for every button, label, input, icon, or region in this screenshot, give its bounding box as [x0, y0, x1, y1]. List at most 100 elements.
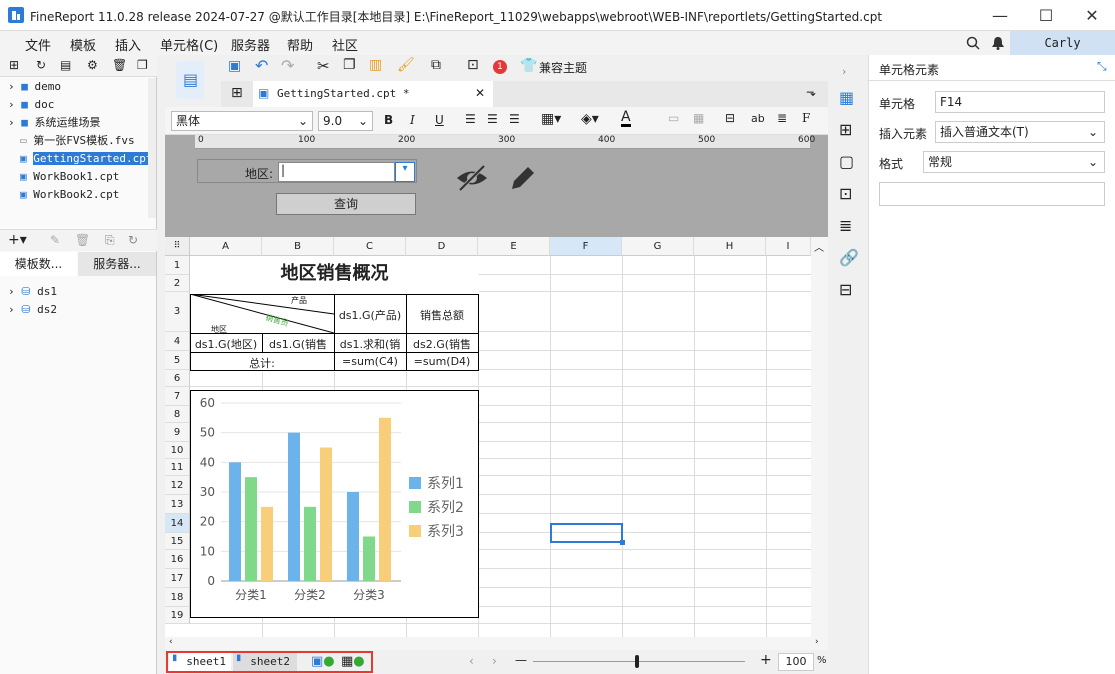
sheet-tab-2[interactable]: ▘ sheet2 [233, 653, 297, 671]
cell-c5[interactable]: =sum(C4) [334, 355, 406, 368]
bar-系列3-分类1[interactable] [261, 506, 273, 581]
close-tab-icon[interactable]: ✕ [475, 86, 485, 100]
dataset-item[interactable]: › ⛁ ds1 [8, 283, 57, 301]
underline-icon[interactable]: U [435, 113, 444, 127]
cell-d4[interactable]: ds2.G(销售 [406, 336, 478, 352]
bold-icon[interactable]: B [384, 113, 393, 127]
region-combobox[interactable]: | [278, 162, 395, 182]
column-header[interactable]: C [334, 237, 406, 256]
row-header[interactable]: 11 [165, 459, 190, 476]
format-preview-box[interactable] [879, 182, 1105, 206]
dataset-item[interactable]: › ⛁ ds2 [8, 301, 57, 319]
expand-icon[interactable]: › [842, 65, 846, 78]
menu-help[interactable]: 帮助 [287, 35, 313, 54]
minimize-button[interactable]: — [977, 0, 1023, 31]
preview-icon[interactable]: ⎘ [105, 233, 115, 248]
insert-element-select[interactable]: 插入普通文本(T) ⌄ [935, 121, 1105, 143]
border-icon[interactable]: ▦▾ [541, 111, 561, 127]
row-header[interactable]: 18 [165, 588, 190, 607]
undo-icon[interactable]: ↶ [255, 56, 275, 76]
spreadsheet-grid[interactable]: ⠿ A B C D E F G H I 1 2 3 4 5 6 7 8 9 10 11 12 13 14 1… [165, 237, 828, 637]
hyperlink-icon[interactable]: 🔗 [839, 248, 859, 267]
merge-icon[interactable]: ▭ [668, 111, 679, 125]
unmerge-icon[interactable]: ▦ [693, 111, 704, 125]
user-name[interactable]: Carly [1010, 31, 1115, 55]
query-button[interactable]: 查询 [276, 193, 416, 215]
preview-icon[interactable]: ⧉ [431, 57, 451, 77]
wrap-icon[interactable]: ⊟ [725, 111, 735, 125]
maximize-button[interactable]: ☐ [1023, 0, 1069, 31]
bar-系列2-分类3[interactable] [363, 536, 375, 582]
row-header[interactable]: 6 [165, 370, 190, 387]
horizontal-scrollbar[interactable]: ‹ › [165, 637, 828, 650]
tree-item[interactable]: › ■ doc [8, 96, 54, 114]
tree-item[interactable]: ▣ GettingStarted.cpt [20, 150, 148, 168]
widget-icon[interactable]: ⊡ [839, 184, 852, 203]
add-report-sheet-icon[interactable]: ▣● [311, 654, 335, 669]
cell-name-field[interactable]: F14 [935, 91, 1105, 113]
add-dataset-icon[interactable]: +▾ [8, 232, 27, 248]
close-button[interactable]: ✕ [1069, 0, 1115, 31]
notification-badge[interactable]: 1 [493, 60, 507, 74]
column-header[interactable]: H [694, 237, 766, 256]
row-header[interactable]: 5 [165, 351, 190, 370]
column-header[interactable]: E [478, 237, 550, 256]
format-select[interactable]: 常规 ⌄ [923, 151, 1105, 173]
row-header[interactable]: 13 [165, 495, 190, 514]
properties-icon[interactable]: ▤ [60, 58, 71, 72]
column-header[interactable]: F [550, 237, 622, 256]
tab-template-dataset[interactable]: 模板数... [0, 252, 77, 276]
paste-icon[interactable]: ▥ [369, 57, 389, 77]
row-header[interactable]: 15 [165, 533, 190, 550]
row-header[interactable]: 9 [165, 423, 190, 442]
refresh-icon[interactable]: ↻ [128, 233, 138, 247]
zoom-input[interactable]: 100 [778, 653, 814, 671]
cell-d5[interactable]: =sum(D4) [406, 355, 478, 368]
tree-item[interactable]: › ■ demo [8, 78, 61, 96]
menu-file[interactable]: 文件 [25, 35, 51, 54]
refresh-icon[interactable]: ↻ [36, 58, 46, 72]
template-icon[interactable]: ▤ [176, 61, 204, 99]
tree-item[interactable]: › ■ 系统运维场景 [8, 114, 101, 132]
column-header[interactable]: G [622, 237, 694, 256]
row-header[interactable]: 8 [165, 406, 190, 423]
zoom-slider-handle[interactable] [635, 655, 639, 668]
cell-d3[interactable]: 销售总额 [406, 307, 478, 323]
column-header[interactable]: B [262, 237, 334, 256]
eye-off-icon[interactable] [455, 163, 489, 193]
condition-icon[interactable]: ≣ [839, 216, 852, 235]
edit-icon[interactable]: ✎ [50, 233, 60, 247]
delete-icon[interactable]: 🗑 [75, 233, 90, 247]
vertical-scrollbar[interactable]: ︿ [811, 237, 828, 637]
zoom-slider-track[interactable] [533, 661, 745, 662]
row-header[interactable]: 17 [165, 569, 190, 588]
row-header[interactable]: 1 [165, 256, 190, 275]
tree-scrollbar[interactable] [148, 78, 156, 218]
zoom-in-button[interactable]: + [760, 652, 772, 668]
cell-element-icon[interactable]: ▦ [839, 88, 854, 107]
doc-tab[interactable]: ▣ GettingStarted.cpt * ✕ [253, 81, 493, 107]
row-header[interactable]: 14 [165, 514, 190, 533]
bar-系列1-分类3[interactable] [347, 492, 359, 581]
menu-template[interactable]: 模板 [70, 35, 96, 54]
row-header[interactable]: 12 [165, 476, 190, 495]
row-header[interactable]: 4 [165, 332, 190, 351]
fill-handle[interactable] [620, 540, 625, 545]
row-header[interactable]: 3 [165, 292, 190, 332]
row-header[interactable]: 16 [165, 550, 190, 569]
redo-icon[interactable]: ↷ [281, 56, 301, 76]
cell-a4[interactable]: ds1.G(地区) [190, 336, 262, 352]
cell-c4[interactable]: ds1.求和(销 [334, 336, 406, 352]
pencil-icon[interactable] [508, 163, 538, 193]
tab-menu-icon[interactable]: ⬎ [806, 85, 816, 99]
sheet-tab-1[interactable]: ▘ sheet1 [169, 653, 231, 671]
tree-item[interactable]: ▣ WorkBook2.cpt [20, 186, 119, 204]
align-right-icon[interactable]: ☰ [509, 112, 520, 126]
next-sheet-icon[interactable]: › [492, 654, 497, 668]
column-header[interactable]: D [406, 237, 478, 256]
prev-sheet-icon[interactable]: ‹ [469, 654, 474, 668]
collapse-icon[interactable]: ⤡ [1097, 59, 1107, 74]
column-header[interactable]: I [766, 237, 811, 256]
grid-view-icon[interactable]: ⊞ [231, 85, 243, 101]
font-select[interactable]: 黑体 ⌄ [171, 111, 313, 131]
